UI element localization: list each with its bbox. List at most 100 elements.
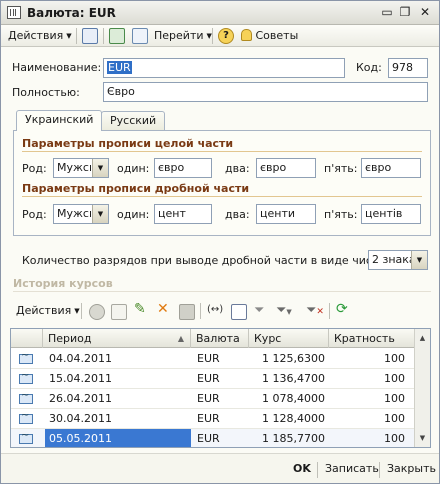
footer-separator [379, 462, 380, 478]
code-field[interactable]: 978 [388, 58, 428, 78]
table-row[interactable]: 15.04.2011 EUR 1 136,4700 100 [11, 369, 415, 389]
goto-menu-label: Перейти [154, 29, 204, 42]
cell-multiplicity: 100 [384, 432, 405, 445]
refresh-icon[interactable]: ⟳ [336, 301, 348, 317]
add-icon[interactable] [89, 304, 105, 320]
group-divider [22, 196, 422, 197]
new-document-icon[interactable] [132, 28, 148, 44]
restore-icon[interactable]: ❐ [396, 4, 414, 21]
full-name-label: Полностью: [12, 86, 80, 99]
cell-multiplicity: 100 [384, 372, 405, 385]
column-period[interactable]: Период ▲ [43, 329, 191, 348]
cell-currency: EUR [197, 392, 220, 405]
cell-period: 04.04.2011 [49, 352, 112, 365]
actions-menu-button[interactable]: Действия ▼ [8, 27, 72, 45]
full-name-field[interactable]: Євро [103, 82, 428, 102]
table-header: Период ▲ Валюта Курс Кратность [11, 329, 415, 348]
frac-five-field[interactable]: центів [361, 204, 421, 224]
group-divider [22, 151, 422, 152]
history-actions-button[interactable]: Действия ▼ [16, 302, 80, 320]
catalog-icon [7, 6, 21, 19]
chevron-down-icon: ▼ [74, 307, 80, 315]
name-field[interactable]: EUR [103, 58, 345, 78]
close-icon[interactable]: ✕ [416, 4, 434, 21]
chevron-down-icon[interactable]: ▼ [411, 251, 427, 269]
window-title: Валюта: EUR [27, 6, 116, 20]
int-two-field[interactable]: євро [256, 158, 316, 178]
form-footer: OK Записать Закрыть [1, 453, 439, 483]
copy-icon[interactable] [111, 304, 127, 320]
help-icon[interactable]: ? [218, 28, 234, 44]
int-one-label: один: [117, 162, 150, 175]
cell-multiplicity: 100 [384, 392, 405, 405]
cell-rate: 1 136,4700 [262, 372, 325, 385]
toolbar-separator [212, 28, 213, 44]
table-row[interactable]: 26.04.2011 EUR 1 078,4000 100 [11, 389, 415, 409]
interval-icon[interactable]: (↔) [207, 304, 223, 315]
rate-record-icon [19, 410, 33, 424]
cell-period: 26.04.2011 [49, 392, 112, 405]
filter-icon[interactable]: ⏷ [254, 303, 264, 318]
edit-icon[interactable]: ✎ [134, 301, 146, 317]
column-currency[interactable]: Валюта [191, 329, 249, 348]
cell-rate: 1 125,6300 [262, 352, 325, 365]
rate-record-icon [19, 370, 33, 384]
refresh-icon[interactable] [109, 28, 125, 44]
clear-filter-icon[interactable]: ⏷✕ [306, 303, 324, 318]
column-multiplicity[interactable]: Кратность [329, 329, 415, 348]
footer-separator [317, 462, 318, 478]
column-rate[interactable]: Курс [249, 329, 329, 348]
toolbar-separator [81, 303, 82, 319]
rate-record-icon [19, 390, 33, 404]
scroll-down-icon[interactable]: ▼ [416, 431, 429, 445]
frac-two-field[interactable]: центи [256, 204, 316, 224]
int-one-field[interactable]: євро [154, 158, 212, 178]
chevron-down-icon: ▼ [66, 32, 72, 40]
cell-multiplicity: 100 [384, 352, 405, 365]
form-toolbar: Действия ▼ Перейти ▼ ? Советы [1, 25, 439, 47]
int-two-label: два: [225, 162, 250, 175]
table-row[interactable]: 30.04.2011 EUR 1 128,4000 100 [11, 409, 415, 429]
history-divider [13, 291, 431, 292]
chevron-down-icon[interactable]: ▼ [92, 205, 108, 223]
cell-multiplicity: 100 [384, 412, 405, 425]
cell-period: 05.05.2011 [45, 429, 191, 447]
int-gender-select[interactable]: Мужской ▼ [53, 158, 109, 178]
filter-menu-icon[interactable]: ⏷▼ [276, 303, 292, 318]
post-icon[interactable] [179, 304, 195, 320]
tips-label: Советы [255, 29, 299, 42]
cell-currency: EUR [197, 352, 220, 365]
save-copy-icon[interactable] [82, 28, 98, 44]
int-five-field[interactable]: євро [361, 158, 421, 178]
cell-currency: EUR [197, 372, 220, 385]
currency-window: Валюта: EUR ▭ ❐ ✕ Действия ▼ Перейти ▼ ? С… [0, 0, 440, 484]
history-actions-label: Действия [16, 304, 72, 317]
int-five-label: п'ять: [324, 162, 358, 175]
table-row-selected[interactable]: 05.05.2011 EUR 1 185,7700 100 [11, 429, 415, 447]
name-label: Наименование: [12, 61, 102, 74]
frac-gender-label: Род: [22, 208, 47, 221]
sort-icon[interactable]: ▲ [178, 329, 184, 348]
digits-select[interactable]: 2 знака ▼ [368, 250, 428, 270]
frac-one-field[interactable]: цент [154, 204, 212, 224]
table-scrollbar[interactable]: ▲ ▼ [414, 329, 430, 447]
scroll-up-icon[interactable]: ▲ [416, 331, 429, 345]
tab-ukrainian[interactable]: Украинский [16, 110, 103, 131]
frac-gender-select[interactable]: Мужской ▼ [53, 204, 109, 224]
chevron-down-icon[interactable]: ▼ [92, 159, 108, 177]
tab-russian[interactable]: Русский [101, 111, 166, 130]
maximize-icon[interactable]: ▭ [378, 4, 396, 21]
column-icon-header [11, 329, 43, 348]
filter-list-icon[interactable] [231, 304, 247, 320]
table-row[interactable]: 04.04.2011 EUR 1 125,6300 100 [11, 349, 415, 369]
ok-button[interactable]: OK [293, 460, 311, 478]
toolbar-separator [103, 28, 104, 44]
rate-record-icon [19, 350, 33, 364]
cell-period: 15.04.2011 [49, 372, 112, 385]
delete-icon[interactable]: ✕ [157, 301, 169, 317]
tips-button[interactable]: Советы [241, 27, 298, 45]
goto-menu-button[interactable]: Перейти ▼ [154, 27, 212, 45]
frac-one-label: один: [117, 208, 150, 221]
save-button[interactable]: Записать [325, 460, 379, 478]
close-button[interactable]: Закрыть [387, 460, 436, 478]
